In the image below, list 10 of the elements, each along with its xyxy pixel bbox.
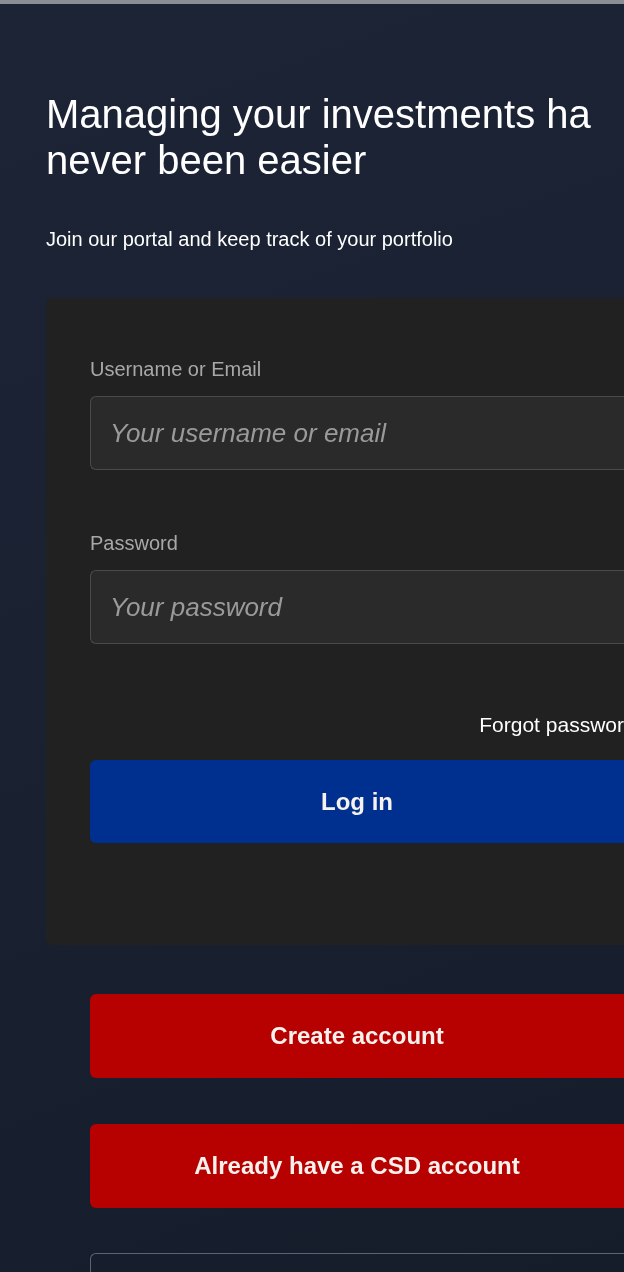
input-field[interactable]: Your username or email (90, 396, 624, 470)
account-button[interactable]: Already have a CSD account (90, 1124, 624, 1208)
input-field[interactable]: Your password (90, 570, 624, 644)
login-button[interactable]: Log in (90, 760, 624, 843)
field-label: Username or Email (90, 357, 262, 381)
field-label: Password (90, 531, 178, 555)
account-button[interactable]: Create account (90, 994, 624, 1078)
subtitle-text: Join our portal and keep track of your portfolio (46, 227, 453, 251)
forgot-password-link[interactable]: Forgot passwor (479, 713, 624, 737)
page-heading: Managing your investments ha never been easier (46, 91, 591, 183)
